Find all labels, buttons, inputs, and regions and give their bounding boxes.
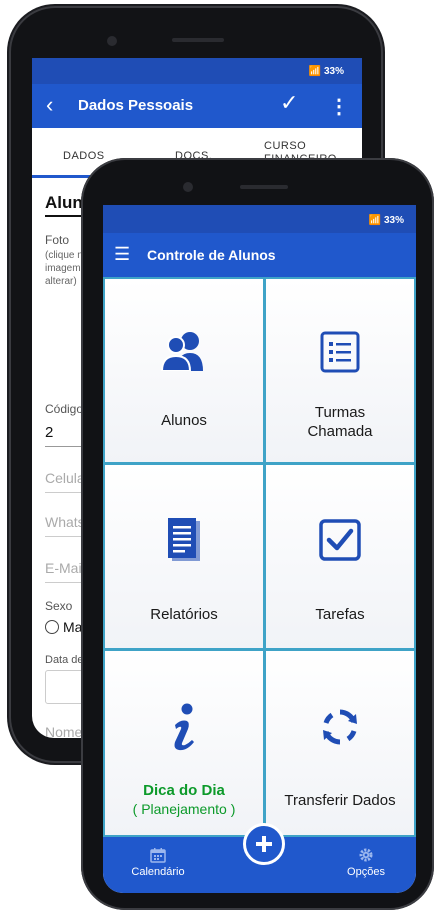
- tile-relatorios[interactable]: Relatórios: [105, 465, 263, 648]
- front-camera: [183, 182, 193, 192]
- menu-icon[interactable]: ☰: [114, 244, 130, 265]
- back-camera: [107, 36, 117, 46]
- app-bar: ‹ Dados Pessoais ✓ ⋮: [32, 84, 362, 128]
- tile-tarefas[interactable]: Tarefas: [266, 465, 414, 648]
- more-vert-icon[interactable]: ⋮: [329, 94, 349, 119]
- foto-label: Foto: [45, 233, 70, 247]
- nav-opcoes-label: Opções: [347, 866, 385, 878]
- sync-icon: [266, 707, 414, 752]
- back-arrow-icon[interactable]: ‹: [46, 92, 53, 118]
- radio-circle-icon: [45, 620, 59, 634]
- nome-field[interactable]: Nome: [45, 724, 82, 738]
- codigo-field[interactable]: 2: [45, 424, 53, 441]
- front-screen: 📶 33% ☰ Controle de Alunos Alunos Turmas…: [103, 205, 416, 893]
- status-bar: 📶 33%: [32, 58, 362, 84]
- tile-tarefas-label: Tarefas: [315, 606, 365, 623]
- tile-dica-label: Dica do Dia: [143, 782, 225, 799]
- nav-calendario-label: Calendário: [131, 866, 185, 878]
- tile-transferir-dados[interactable]: Transferir Dados: [266, 651, 414, 835]
- tile-dica-do-dia[interactable]: Dica do Dia ( Planejamento ): [105, 651, 263, 835]
- app-bar: ☰ Controle de Alunos: [103, 233, 416, 277]
- list-icon: [266, 331, 414, 378]
- page-title: Dados Pessoais: [78, 97, 194, 114]
- info-icon: [105, 703, 263, 758]
- plus-icon: [256, 836, 272, 852]
- tile-turmas-label: Turmas: [314, 404, 366, 421]
- sexo-label: Sexo: [45, 599, 73, 613]
- nav-calendario[interactable]: Calendário: [113, 837, 203, 878]
- page-title: Controle de Alunos: [147, 247, 276, 263]
- nav-opcoes[interactable]: Opções: [321, 837, 411, 878]
- sexo-radio[interactable]: Ma: [45, 619, 82, 635]
- people-icon: [105, 331, 263, 376]
- email-field[interactable]: E-Mai: [45, 560, 82, 576]
- tile-grid: Alunos Turmas Chamada Relatórios Tarefas…: [103, 277, 416, 837]
- tile-alunos-label: Alunos: [161, 412, 207, 429]
- calendar-icon: [150, 848, 166, 863]
- checkbox-icon: [266, 519, 414, 566]
- front-speaker: [240, 185, 288, 189]
- codigo-label: Código: [45, 402, 84, 416]
- tile-transferir-label: Transferir Dados: [284, 792, 396, 809]
- bottom-nav: Calendário Opções: [103, 823, 416, 893]
- tab-dados[interactable]: DADOS: [63, 150, 105, 162]
- gear-icon: [359, 848, 373, 862]
- tile-planejamento-label: ( Planejamento ): [132, 801, 236, 817]
- battery-status: 📶 33%: [308, 66, 344, 77]
- document-icon: [105, 517, 263, 568]
- status-bar: 📶 33%: [103, 205, 416, 233]
- tile-chamada-label: Chamada: [307, 423, 373, 440]
- sexo-option-label: Ma: [63, 619, 83, 635]
- tile-turmas-chamada[interactable]: Turmas Chamada: [266, 279, 414, 462]
- battery-status: 📶 33%: [368, 215, 404, 226]
- check-icon[interactable]: ✓: [280, 90, 298, 116]
- add-button[interactable]: [243, 823, 285, 865]
- data-label: Data de: [45, 654, 84, 666]
- celular-field[interactable]: Celula: [45, 470, 85, 486]
- back-speaker: [172, 38, 224, 42]
- whatsapp-field[interactable]: Whats: [45, 514, 85, 530]
- tile-alunos[interactable]: Alunos: [105, 279, 263, 462]
- tile-relatorios-label: Relatórios: [150, 606, 218, 623]
